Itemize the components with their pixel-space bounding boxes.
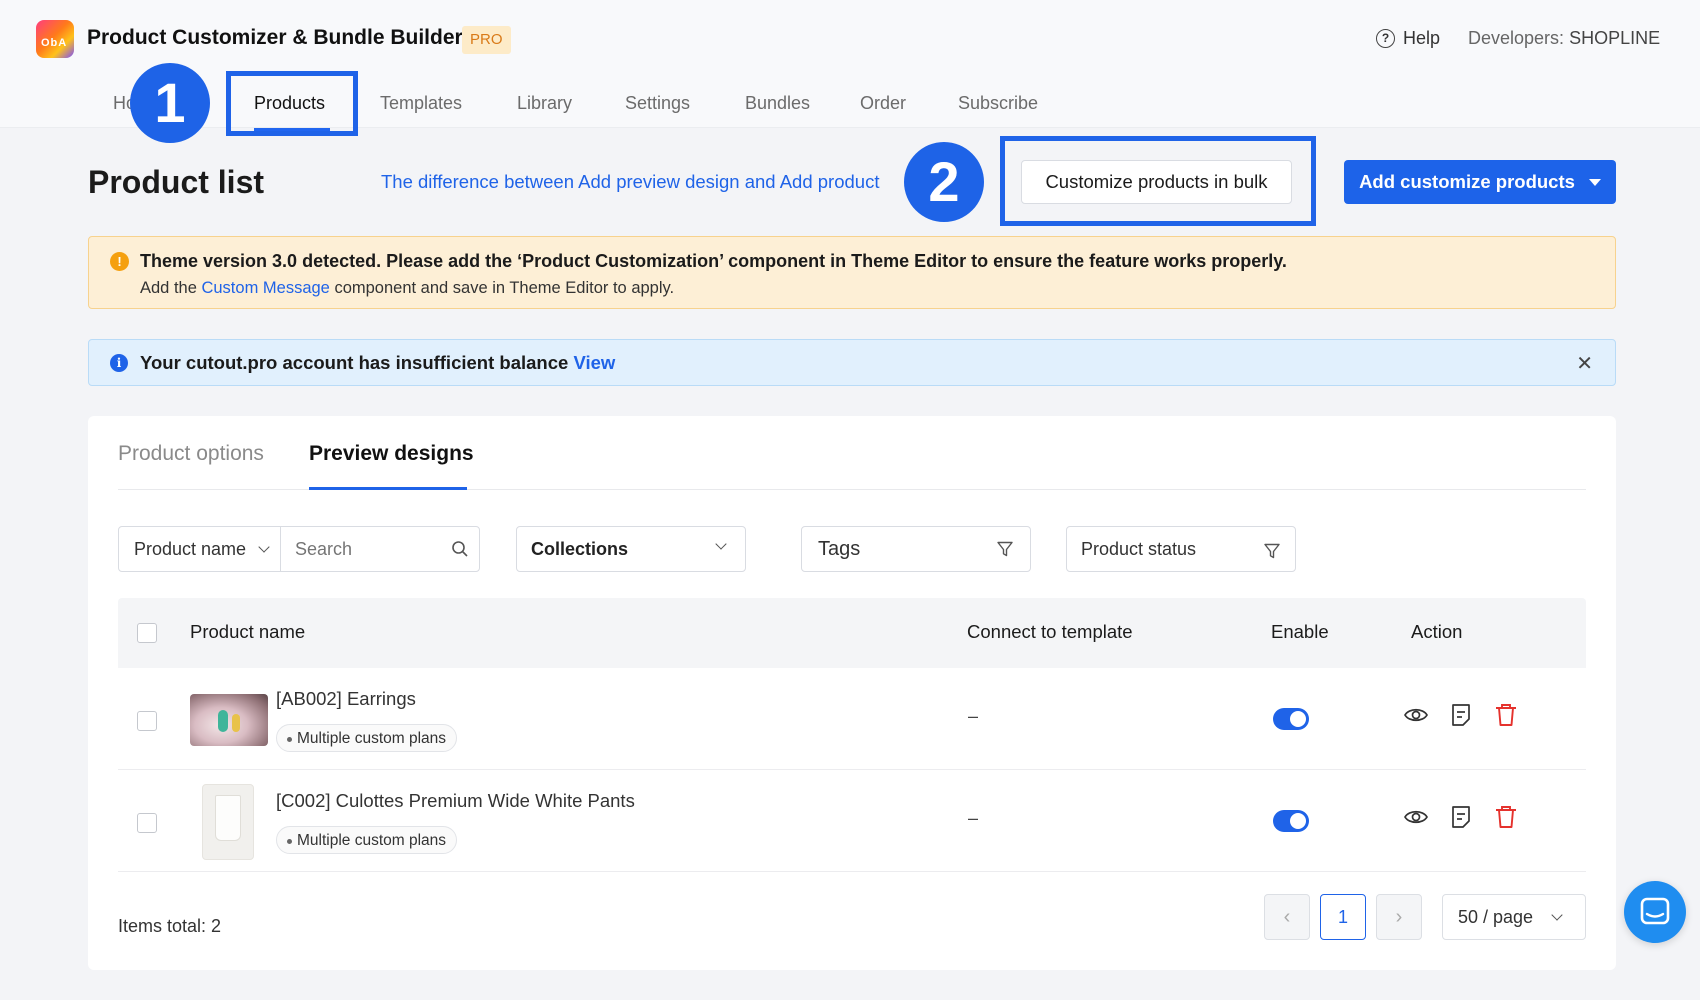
help-label: Help: [1403, 28, 1441, 48]
pants-shape: [215, 795, 241, 841]
nav-library[interactable]: Library: [517, 93, 572, 114]
collections-label: Collections: [531, 538, 629, 559]
items-total: Items total: 2: [118, 916, 222, 936]
tab-product-options[interactable]: Product options: [118, 442, 264, 466]
document-icon[interactable]: [1448, 804, 1474, 830]
info-message: Your cutout.pro account has insufficient…: [140, 352, 574, 373]
chat-launcher[interactable]: [1624, 881, 1686, 943]
trash-icon[interactable]: [1493, 702, 1519, 728]
nav-bundles[interactable]: Bundles: [745, 93, 810, 114]
custom-message-link[interactable]: Custom Message: [201, 279, 329, 297]
chat-icon: [1640, 897, 1670, 925]
close-icon[interactable]: ✕: [1576, 351, 1593, 376]
template-connection: –: [968, 808, 979, 828]
developers-info: Developers: SHOPLINE: [1468, 28, 1660, 49]
nav-templates[interactable]: Templates: [380, 93, 462, 114]
page-size-select[interactable]: 50 / page: [1442, 894, 1586, 940]
select-all-checkbox[interactable]: [137, 623, 157, 643]
product-status-filter[interactable]: Product status: [1066, 526, 1296, 572]
filter-icon: [997, 541, 1013, 557]
help-link[interactable]: ? Help: [1376, 28, 1440, 49]
earring-shape: [218, 710, 228, 732]
eye-icon[interactable]: [1403, 702, 1429, 728]
info-text: Your cutout.pro account has insufficient…: [140, 352, 615, 374]
step-marker-1: 1: [130, 63, 210, 143]
app-logo: ObA: [36, 20, 74, 58]
product-name[interactable]: [AB002] Earrings: [276, 688, 416, 710]
template-connection: –: [968, 706, 979, 726]
customize-bulk-button[interactable]: Customize products in bulk: [1021, 160, 1292, 204]
next-page-button[interactable]: ›: [1376, 894, 1422, 940]
caret-down-icon: [1588, 178, 1601, 186]
tab-active-indicator: [309, 487, 467, 490]
page-number-current[interactable]: 1: [1320, 894, 1366, 940]
search-box: [280, 526, 480, 572]
warning-subtext: Add the Custom Message component and sav…: [140, 279, 674, 298]
warning-sub-after: component and save in Theme Editor to ap…: [329, 279, 675, 297]
enable-toggle[interactable]: [1273, 708, 1309, 730]
nav-subscribe[interactable]: Subscribe: [958, 93, 1038, 114]
product-thumbnail: [202, 784, 254, 860]
product-status-label: Product status: [1081, 538, 1197, 559]
nav-settings[interactable]: Settings: [625, 93, 690, 114]
tags-filter[interactable]: Tags: [801, 526, 1031, 572]
table-row: [C002] Culottes Premium Wide White Pants…: [118, 770, 1586, 872]
tags-label: Tags: [818, 537, 861, 560]
difference-help-link[interactable]: The difference between Add preview desig…: [381, 171, 879, 193]
table-row: [AB002] Earrings Multiple custom plans –: [118, 668, 1586, 770]
balance-info-banner: i Your cutout.pro account has insufficie…: [88, 339, 1616, 386]
search-field-select[interactable]: Product name: [118, 526, 281, 572]
row-checkbox[interactable]: [137, 711, 157, 731]
warning-title: Theme version 3.0 detected. Please add t…: [140, 251, 1287, 271]
document-icon[interactable]: [1448, 702, 1474, 728]
column-product-name: Product name: [190, 621, 306, 642]
info-icon: i: [110, 354, 128, 372]
column-enable: Enable: [1271, 621, 1329, 642]
step-marker-2: 2: [904, 142, 984, 222]
page-size-label: 50 / page: [1458, 906, 1534, 927]
table-header: Product name Connect to template Enable …: [118, 598, 1586, 668]
row-checkbox[interactable]: [137, 813, 157, 833]
developers-value: SHOPLINE: [1569, 28, 1661, 48]
add-button-label: Add customize products: [1359, 171, 1575, 192]
trash-icon[interactable]: [1493, 804, 1519, 830]
nav-order[interactable]: Order: [860, 93, 906, 114]
highlight-products-tab: [226, 71, 358, 136]
column-connect-template: Connect to template: [967, 621, 1133, 642]
add-customize-products-button[interactable]: Add customize products: [1344, 160, 1616, 204]
theme-warning-banner: ! Theme version 3.0 detected. Please add…: [88, 236, 1616, 309]
eye-icon[interactable]: [1403, 804, 1429, 830]
prev-page-button[interactable]: ‹: [1264, 894, 1310, 940]
earring-shape: [232, 714, 240, 732]
search-icon[interactable]: [451, 540, 469, 558]
filter-icon: [1264, 543, 1280, 559]
search-input[interactable]: [295, 538, 445, 560]
chevron-down-icon: [1551, 909, 1563, 921]
view-balance-link[interactable]: View: [573, 352, 615, 373]
product-thumbnail: [190, 694, 268, 746]
collections-select[interactable]: Collections: [516, 526, 746, 572]
column-action: Action: [1411, 621, 1463, 642]
chevron-down-icon: [715, 538, 727, 550]
search-field-label: Product name: [134, 538, 247, 559]
custom-plans-tag: Multiple custom plans: [276, 724, 458, 752]
enable-toggle[interactable]: [1273, 810, 1309, 832]
product-name[interactable]: [C002] Culottes Premium Wide White Pants: [276, 790, 635, 812]
warning-sub-before: Add the: [140, 279, 202, 297]
chevron-down-icon: [258, 541, 270, 553]
pro-badge: PRO: [462, 26, 511, 54]
warning-icon: !: [110, 252, 129, 271]
help-icon: ?: [1376, 29, 1395, 48]
product-list-card: Product options Preview designs Product …: [88, 416, 1616, 970]
page-title: Product list: [88, 164, 265, 200]
logo-text: ObA: [41, 37, 68, 49]
developers-label: Developers:: [1468, 28, 1565, 48]
custom-plans-tag: Multiple custom plans: [276, 826, 458, 854]
tab-preview-designs[interactable]: Preview designs: [309, 442, 474, 466]
app-title: Product Customizer & Bundle Builder: [87, 26, 463, 49]
